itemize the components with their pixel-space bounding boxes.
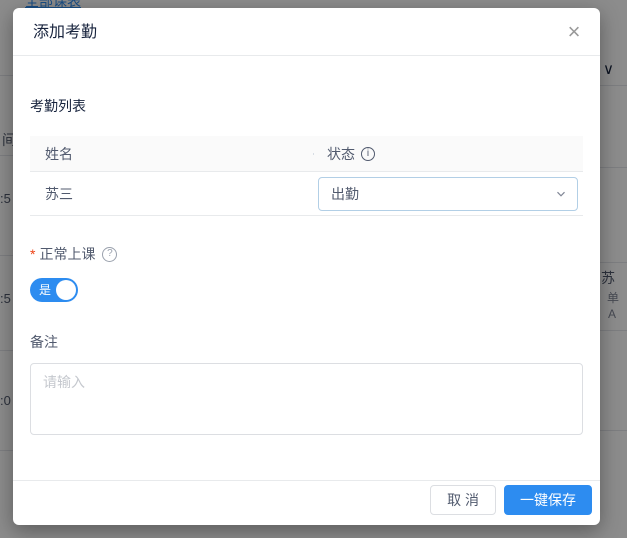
column-header-status-label: 状态 (327, 145, 355, 162)
remark-input[interactable] (30, 363, 583, 435)
normal-class-toggle[interactable]: 是 (30, 278, 78, 302)
normal-class-label: 正常上课 (39, 246, 96, 262)
modal-body: 考勤列表 姓名 状态 i 苏三 出勤 * 正常上课 ? 是 备注 请输入 (13, 56, 600, 438)
table-header-row: 姓名 状态 i (30, 136, 583, 172)
table-row: 苏三 出勤 (30, 172, 583, 216)
attendance-list-title: 考勤列表 (30, 98, 86, 114)
info-icon[interactable]: i (361, 146, 375, 161)
cancel-button[interactable]: 取 消 (430, 485, 496, 515)
toggle-knob (56, 280, 76, 300)
remark-label: 备注 (30, 334, 58, 350)
close-icon[interactable]: × (562, 20, 586, 44)
status-select-value: 出勤 (331, 185, 359, 202)
attendance-table: 姓名 状态 i 苏三 出勤 (30, 136, 583, 216)
required-asterisk: * (30, 246, 36, 262)
help-icon[interactable]: ? (102, 246, 118, 262)
column-header-status: 状态 i (313, 144, 583, 164)
add-attendance-modal: 添加考勤 × 考勤列表 姓名 状态 i 苏三 出勤 * 正常上课 ? 是 备注 … (13, 8, 600, 525)
modal-title: 添加考勤 (33, 24, 98, 41)
chevron-down-icon (555, 188, 567, 200)
status-select[interactable]: 出勤 (318, 176, 578, 211)
save-button[interactable]: 一键保存 (504, 485, 592, 515)
status-cell: 出勤 (313, 176, 583, 211)
modal-footer: 取 消 一键保存 (13, 480, 600, 525)
column-header-name: 姓名 (45, 145, 73, 162)
modal-header: 添加考勤 × (13, 8, 600, 56)
normal-class-field: * 正常上课 ? (30, 244, 583, 264)
toggle-on-label: 是 (39, 283, 52, 297)
student-name-cell: 苏三 (45, 185, 73, 202)
